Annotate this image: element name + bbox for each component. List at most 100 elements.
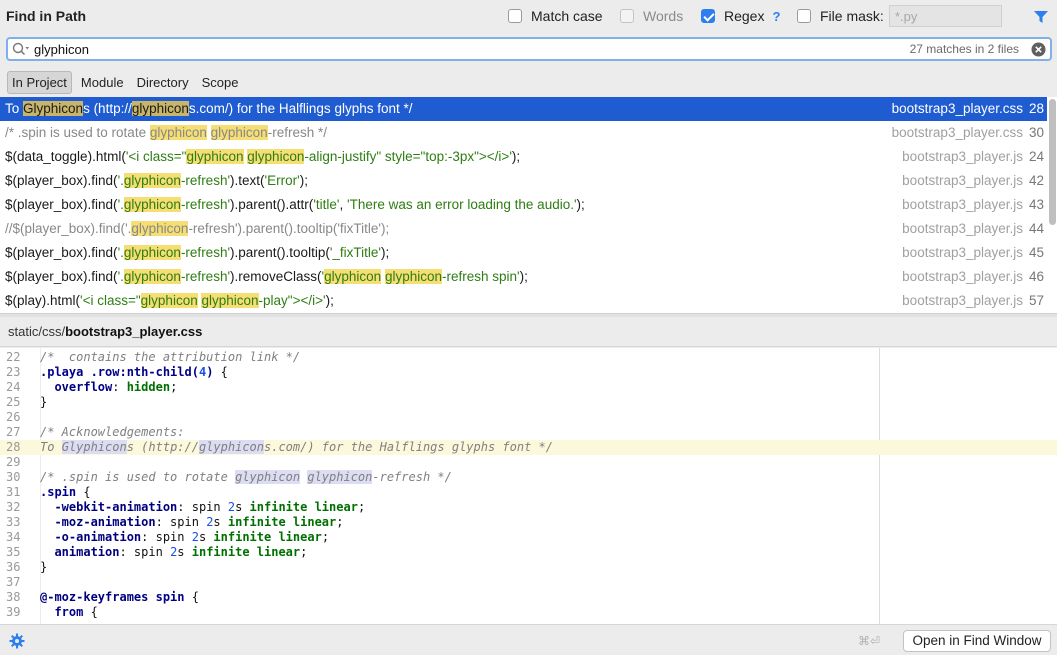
code-line: 29	[0, 455, 1057, 470]
tab-module[interactable]: Module	[77, 72, 128, 93]
code-line: 31 .spin {	[0, 485, 1057, 500]
result-text: To Glyphicons (http://glyphicons.com/) f…	[5, 101, 413, 116]
line-number: 38	[6, 590, 21, 604]
result-file: bootstrap3_player.css	[891, 101, 1023, 116]
code-preview[interactable]: 22 /* contains the attribution link */ 23.…	[0, 348, 1057, 624]
clear-icon[interactable]	[1031, 42, 1046, 57]
code-line: 35 animation: spin 2s infinite linear;	[0, 545, 1057, 560]
results-scrollbar[interactable]	[1049, 99, 1056, 225]
result-row[interactable]: To Glyphicons (http://glyphicons.com/) f…	[0, 97, 1047, 121]
code-line: 23 .playa .row:nth-child(4) {	[0, 365, 1057, 380]
result-row[interactable]: $(player_box).find('.glyphicon-refresh')…	[0, 169, 1047, 193]
preview-path-file: bootstrap3_player.css	[65, 324, 203, 339]
line-number: 23	[6, 365, 21, 379]
match-count: 27 matches in 2 files	[909, 42, 1019, 56]
regex-checkbox[interactable]: Regex ?	[701, 8, 780, 24]
code-text: -moz-animation: spin 2s infinite linear;	[54, 515, 344, 529]
search-input[interactable]: glyphicon	[34, 42, 89, 57]
filter-icon[interactable]	[1033, 10, 1049, 24]
header-bar: Find in Path Match case Words Regex ? Fi…	[0, 0, 1057, 34]
result-line-number: 30	[1028, 125, 1044, 140]
file-mask-box[interactable]	[797, 9, 811, 23]
code-line: 28 To Glyphicons (http://glyphicons.com/)…	[0, 440, 1057, 455]
code-text: To Glyphicons (http://glyphicons.com/) f…	[40, 440, 553, 454]
code-text: from {	[40, 605, 98, 619]
result-row[interactable]: //$(player_box).find('.glyphicon-refresh…	[0, 217, 1047, 241]
gear-icon[interactable]	[9, 633, 25, 649]
result-text: $(player_box).find('.glyphicon-refresh')…	[5, 197, 585, 212]
preview-path-prefix: static/css/	[8, 324, 66, 339]
result-text: $(data_toggle).html('<i class="glyphicon…	[5, 149, 521, 164]
words-box[interactable]	[620, 9, 634, 23]
preview-path-bar: static/css/bootstrap3_player.css	[0, 317, 1057, 347]
line-number: 30	[6, 470, 21, 484]
code-line: 33 -moz-animation: spin 2s infinite line…	[0, 515, 1057, 530]
code-line: 36}	[0, 560, 1057, 575]
code-line: 22 /* contains the attribution link */	[0, 350, 1057, 365]
result-text: $(player_box).find('.glyphicon-refresh')…	[5, 173, 308, 188]
footer-bar: ⌘⏎ Open in Find Window	[0, 624, 1057, 655]
words-checkbox[interactable]: Words	[620, 8, 683, 24]
result-file: bootstrap3_player.js	[902, 245, 1023, 260]
result-row[interactable]: $(player_box).find('.glyphicon-refresh')…	[0, 193, 1047, 217]
code-text: @-moz-keyframes spin {	[40, 590, 199, 604]
result-text: $(player_box).find('.glyphicon-refresh')…	[5, 245, 390, 260]
code-text: overflow: hidden;	[54, 380, 178, 394]
scope-tabs: In Project Module Directory Scope	[7, 70, 247, 94]
result-row[interactable]: $(play).html('<i class="glyphicon glyphi…	[0, 289, 1047, 313]
result-file: bootstrap3_player.js	[902, 149, 1023, 164]
result-file: bootstrap3_player.js	[902, 293, 1023, 308]
code-text: -o-animation: spin 2s infinite linear;	[54, 530, 330, 544]
result-line-number: 24	[1028, 149, 1044, 164]
line-number: 28	[6, 440, 21, 454]
line-number: 34	[6, 530, 21, 544]
match-case-checkbox[interactable]: Match case	[508, 8, 603, 24]
line-number: 26	[6, 410, 21, 424]
code-line: 39 from {	[0, 605, 1057, 620]
code-text: }	[40, 395, 48, 409]
line-number: 24	[6, 380, 21, 394]
line-number: 35	[6, 545, 21, 559]
search-field[interactable]: glyphicon 27 matches in 2 files	[6, 37, 1052, 61]
result-file: bootstrap3_player.js	[902, 197, 1023, 212]
result-row[interactable]: /* .spin is used to rotate glyphicon gly…	[0, 121, 1047, 145]
code-text: /* contains the attribution link */	[40, 350, 301, 364]
search-icon[interactable]	[12, 42, 30, 56]
file-mask-label: File mask:	[820, 8, 884, 24]
result-text: /* .spin is used to rotate glyphicon gly…	[5, 125, 327, 140]
tab-scope[interactable]: Scope	[198, 72, 243, 93]
open-in-find-window-button[interactable]: Open in Find Window	[903, 630, 1051, 652]
result-file: bootstrap3_player.js	[902, 269, 1023, 284]
regex-box[interactable]	[701, 9, 715, 23]
result-row[interactable]: $(player_box).find('.glyphicon-refresh')…	[0, 265, 1047, 289]
result-text: $(play).html('<i class="glyphicon glyphi…	[5, 293, 334, 308]
line-number: 29	[6, 455, 21, 469]
line-number: 32	[6, 500, 21, 514]
results-list: To Glyphicons (http://glyphicons.com/) f…	[0, 97, 1057, 313]
code-line: 37	[0, 575, 1057, 590]
file-mask-checkbox[interactable]: File mask:	[797, 8, 884, 24]
line-number: 22	[6, 350, 21, 364]
dialog-title: Find in Path	[6, 8, 87, 24]
result-line-number: 43	[1028, 197, 1044, 212]
code-line: 26	[0, 410, 1057, 425]
file-mask-input[interactable]: *.py	[889, 5, 1002, 27]
code-text: .spin {	[40, 485, 91, 499]
code-line: 27 /* Acknowledgements:	[0, 425, 1057, 440]
result-line-number: 42	[1028, 173, 1044, 188]
result-row[interactable]: $(data_toggle).html('<i class="glyphicon…	[0, 145, 1047, 169]
shortcut-hint: ⌘⏎	[858, 634, 881, 648]
tab-directory[interactable]: Directory	[133, 72, 193, 93]
code-line: 38 @-moz-keyframes spin {	[0, 590, 1057, 605]
code-text: }	[40, 560, 48, 574]
code-line: 32 -webkit-animation: spin 2s infinite l…	[0, 500, 1057, 515]
result-row[interactable]: $(player_box).find('.glyphicon-refresh')…	[0, 241, 1047, 265]
match-case-label: Match case	[531, 8, 603, 24]
regex-help-icon[interactable]: ?	[772, 9, 780, 24]
tab-in-project[interactable]: In Project	[7, 70, 72, 94]
code-text: animation: spin 2s infinite linear;	[54, 545, 308, 559]
code-text: -webkit-animation: spin 2s infinite line…	[54, 500, 366, 514]
match-case-box[interactable]	[508, 9, 522, 23]
code-line: 25}	[0, 395, 1057, 410]
code-text: .playa .row:nth-child(4) {	[40, 365, 228, 379]
